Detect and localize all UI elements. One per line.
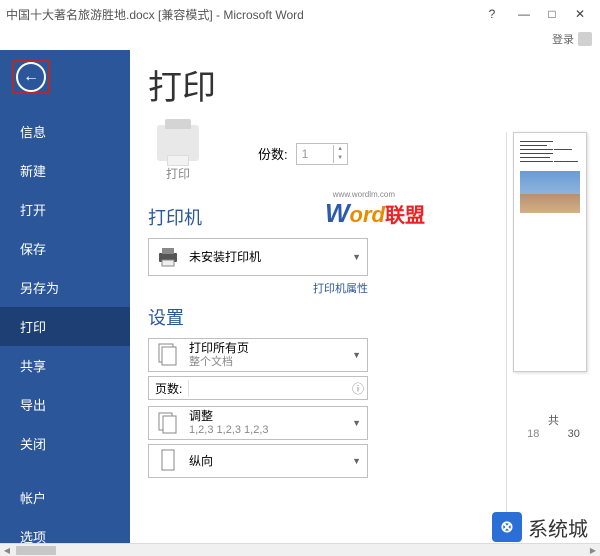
sidebar-item-new[interactable]: 新建 xyxy=(0,151,130,190)
sidebar-item-close[interactable]: 关闭 xyxy=(0,424,130,463)
login-link[interactable]: 登录 xyxy=(552,31,574,47)
spinner-up-icon[interactable]: ▲ xyxy=(333,145,347,154)
sidebar-item-share[interactable]: 共享 xyxy=(0,346,130,385)
chevron-down-icon: ▼ xyxy=(352,350,361,360)
info-icon[interactable]: ⓘ xyxy=(349,380,367,397)
chevron-down-icon: ▼ xyxy=(352,252,361,262)
pages-label: 页数: xyxy=(149,380,189,397)
sidebar-item-account[interactable]: 帐户 xyxy=(0,478,130,517)
print-scope-dropdown[interactable]: 打印所有页 整个文档 ▼ xyxy=(148,338,368,372)
sidebar-item-print[interactable]: 打印 xyxy=(0,307,130,346)
scroll-left-icon[interactable]: ◀ xyxy=(0,546,14,555)
backstage-sidebar: ← 信息 新建 打开 保存 另存为 打印 共享 导出 关闭 帐户 选项 xyxy=(0,50,130,556)
orientation-dropdown[interactable]: 纵向 ▼ xyxy=(148,444,368,478)
collate-subtitle: 1,2,3 1,2,3 1,2,3 xyxy=(189,424,344,437)
sidebar-item-open[interactable]: 打开 xyxy=(0,190,130,229)
close-button[interactable]: ✕ xyxy=(566,7,594,21)
printer-properties-link[interactable]: 打印机属性 xyxy=(148,280,368,296)
horizontal-scrollbar[interactable]: ◀ ▶ xyxy=(0,543,600,556)
print-preview-pane: ▬▬▬▬▬▬▬▬▬▬▬ ▬▬▬▬▬▬▬▬▬ ▬▬▬▬▬▬▬▬▬▬▬ ▬▬▬▬▬▬… xyxy=(506,132,594,512)
scope-subtitle: 整个文档 xyxy=(189,356,344,369)
minimize-button[interactable]: — xyxy=(510,7,538,21)
print-button[interactable]: 打印 xyxy=(148,125,208,182)
print-backstage: 打印 打印 份数: 1 ▲▼ www.wordlm.com Word联盟 打印机 xyxy=(130,50,600,556)
pages-icon xyxy=(155,342,181,368)
copies-label: 份数: xyxy=(258,144,288,163)
copies-value: 1 xyxy=(297,147,333,161)
preview-page-right[interactable]: 30 xyxy=(568,428,580,440)
site-logo-icon: ⊗ xyxy=(492,512,522,542)
collate-title: 调整 xyxy=(189,409,344,423)
avatar-icon[interactable] xyxy=(578,32,592,46)
orientation-title: 纵向 xyxy=(189,454,344,468)
sidebar-item-export[interactable]: 导出 xyxy=(0,385,130,424)
chevron-down-icon: ▼ xyxy=(352,418,361,428)
help-icon[interactable]: ? xyxy=(478,7,506,21)
printer-icon xyxy=(157,125,199,161)
window-title: 中国十大著名旅游胜地.docx [兼容模式] - Microsoft Word xyxy=(6,6,478,23)
printer-name: 未安装打印机 xyxy=(189,250,344,264)
collate-icon xyxy=(155,410,181,436)
collate-dropdown[interactable]: 调整 1,2,3 1,2,3 1,2,3 ▼ xyxy=(148,406,368,440)
scope-title: 打印所有页 xyxy=(189,341,344,355)
scroll-thumb[interactable] xyxy=(16,546,56,555)
sidebar-item-save[interactable]: 保存 xyxy=(0,229,130,268)
preview-page-left[interactable]: 18 xyxy=(527,428,539,440)
sidebar-item-saveas[interactable]: 另存为 xyxy=(0,268,130,307)
back-button[interactable]: ← xyxy=(12,60,50,94)
printer-icon xyxy=(155,244,181,270)
page-title: 打印 xyxy=(148,60,582,109)
site-watermark: ⊗ 系统城 xyxy=(492,512,588,542)
pages-input-row: 页数: ⓘ xyxy=(148,376,368,400)
maximize-button[interactable]: □ xyxy=(538,7,566,21)
printer-dropdown[interactable]: 未安装打印机 ▼ xyxy=(148,238,368,276)
preview-page[interactable]: ▬▬▬▬▬▬▬▬▬▬▬ ▬▬▬▬▬▬▬▬▬ ▬▬▬▬▬▬▬▬▬▬▬ ▬▬▬▬▬▬… xyxy=(513,132,587,372)
print-button-label: 打印 xyxy=(148,165,208,182)
chevron-down-icon: ▼ xyxy=(352,456,361,466)
spinner-down-icon[interactable]: ▼ xyxy=(333,154,347,163)
sidebar-item-info[interactable]: 信息 xyxy=(0,112,130,151)
copies-spinner[interactable]: 1 ▲▼ xyxy=(296,143,348,165)
back-arrow-icon: ← xyxy=(16,62,46,92)
portrait-icon xyxy=(155,448,181,474)
scroll-right-icon[interactable]: ▶ xyxy=(586,546,600,555)
preview-total-label: 共 xyxy=(513,412,594,428)
